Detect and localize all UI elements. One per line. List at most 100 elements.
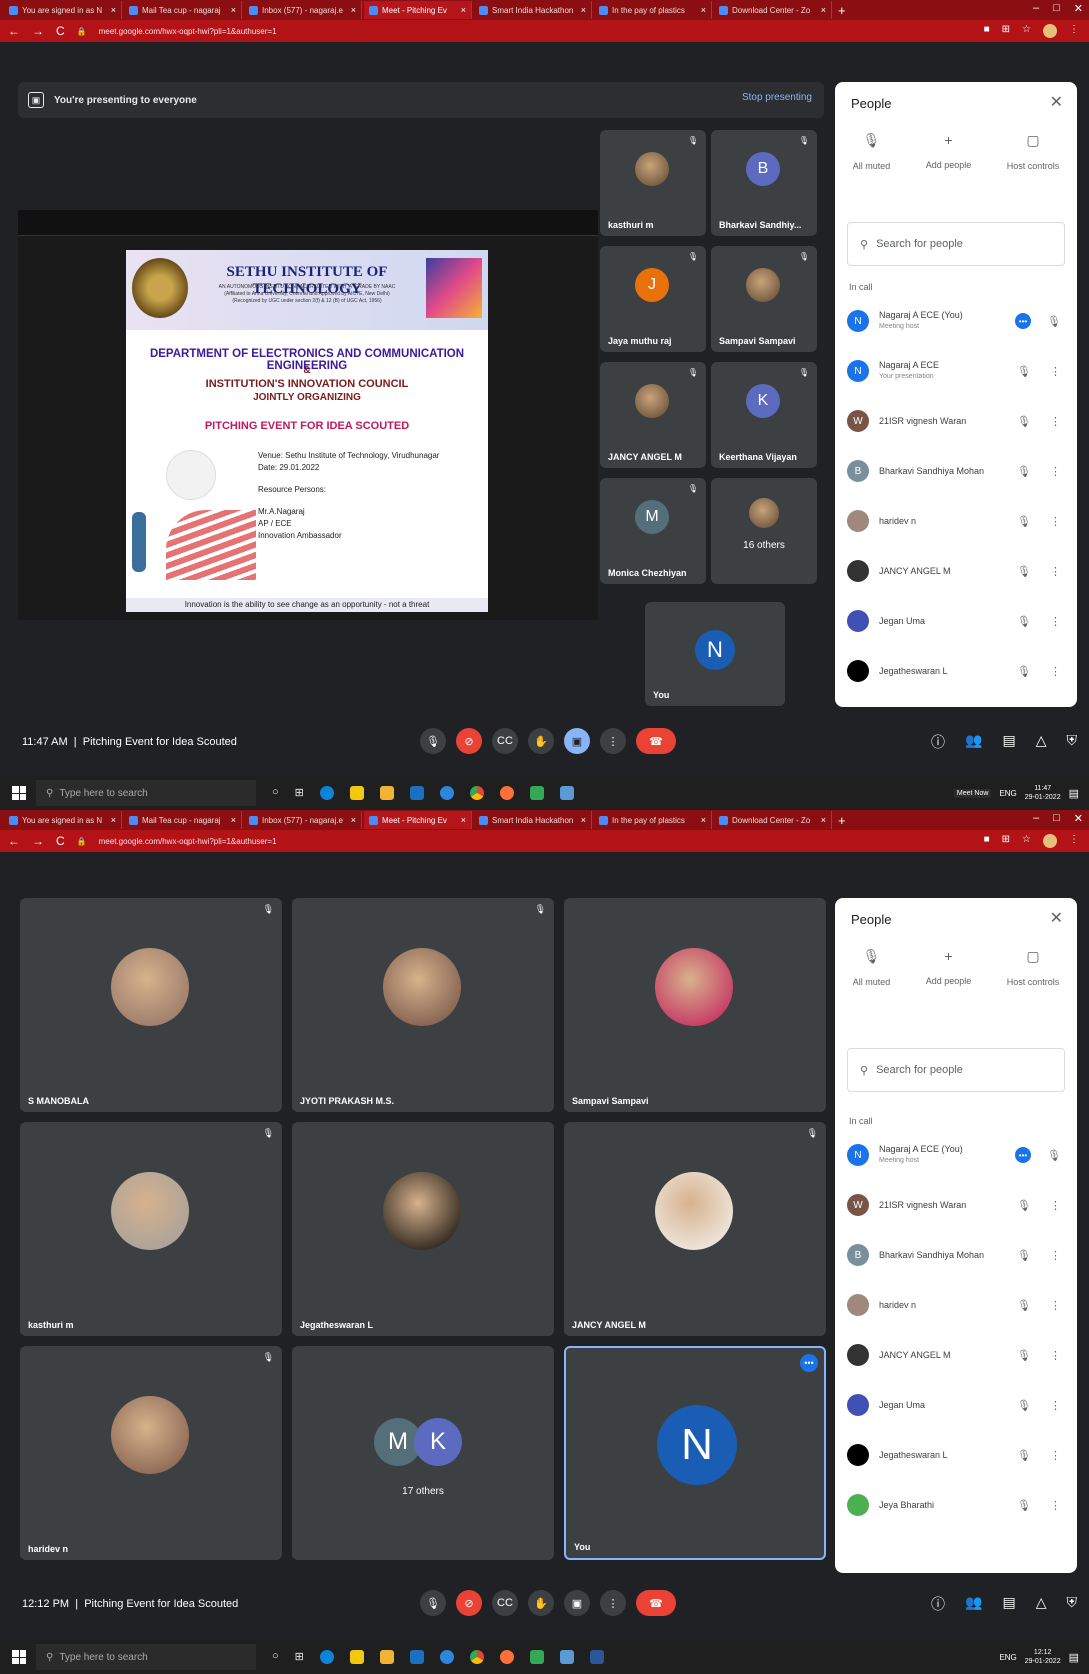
browser-tab[interactable]: Download Center - Zo × [714,811,832,829]
all-muted-button[interactable]: 🎙 All muted [853,948,891,987]
activities-icon[interactable]: △ [1036,732,1047,752]
more-options-icon[interactable]: ⋮ [1050,1449,1061,1462]
participant-tile[interactable]: 🎙 kasthuri m [20,1122,282,1336]
browser-tab[interactable]: Download Center - Zo × [714,1,832,19]
captions-button[interactable]: CC [492,1590,518,1616]
mic-button[interactable]: 🎙 [420,728,446,754]
close-tab-icon[interactable]: × [821,5,826,15]
more-options-button[interactable]: ⋮ [600,1590,626,1616]
others-tile[interactable]: M K 17 others [292,1346,554,1560]
camera-off-button[interactable]: ⊘ [456,1590,482,1616]
store-icon[interactable] [349,1650,364,1664]
mic-off-icon[interactable]: 🎙 [1017,415,1031,428]
more-options-icon[interactable]: ⋮ [1050,1499,1061,1512]
mic-icon[interactable]: 🎙 [1047,315,1061,328]
browser-tab[interactable]: Inbox (577) - nagaraj.e × [244,811,362,829]
people-search-input[interactable]: ⚲ Search for people [847,1048,1065,1092]
present-button[interactable]: ▣ [564,1590,590,1616]
mic-off-icon[interactable]: 🎙 [1017,615,1031,628]
new-tab-icon[interactable]: + [838,3,846,18]
mic-off-icon[interactable]: 🎙 [1017,1449,1031,1462]
address-bar[interactable]: ← → C 🔒 meet.google.com/hwx-oqpt-hwi?pli… [0,20,1089,42]
captions-button[interactable]: CC [492,728,518,754]
browser-icon[interactable] [439,786,454,800]
word-icon[interactable] [589,1650,604,1664]
browser-tab[interactable]: You are signed in as N × [4,1,122,19]
reload-icon[interactable]: C [56,24,65,38]
new-tab-icon[interactable]: + [838,813,846,828]
taskbar-search[interactable]: ⚲ Type here to search [36,780,256,806]
stop-presenting-button[interactable]: Stop presenting [742,92,812,103]
more-options-icon[interactable]: ⋮ [1050,415,1061,428]
mic-off-icon[interactable]: 🎙 [1017,1499,1031,1512]
browser-tab[interactable]: In the pay of plastics × [594,811,712,829]
participant-tile[interactable]: 16 others [711,478,817,584]
close-window-icon[interactable]: ✕ [1074,2,1083,15]
address-bar[interactable]: ← → C 🔒 meet.google.com/hwx-oqpt-hwi?pli… [0,830,1089,852]
participant-tile[interactable]: 🎙 J Jaya muthu raj [600,246,706,352]
close-tab-icon[interactable]: × [461,815,466,825]
task-view-icon[interactable]: ○ [272,786,279,800]
reload-icon[interactable]: C [56,834,65,848]
minimize-icon[interactable]: – [1033,812,1039,825]
more-options-icon[interactable]: ••• [1015,313,1031,329]
maximize-icon[interactable]: □ [1053,812,1060,825]
firefox-icon[interactable] [499,786,514,800]
more-options-icon[interactable]: ⋮ [1050,615,1061,628]
people-icon[interactable]: 👥 [965,732,982,752]
mic-off-icon[interactable]: 🎙 [1017,1199,1031,1212]
more-options-icon[interactable]: ⋮ [1050,1399,1061,1412]
edge-icon[interactable] [319,1650,334,1664]
photos-icon[interactable] [559,1650,574,1664]
participant-row[interactable]: haridev n 🎙 ⋮ [835,1280,1077,1330]
forward-icon[interactable]: → [32,834,44,848]
self-tile[interactable]: N You [645,602,785,706]
participant-row[interactable]: Jeya Bharathi 🎙 ⋮ [835,1480,1077,1530]
activities-icon[interactable]: △ [1036,1594,1047,1614]
language-indicator[interactable]: ENG [999,789,1016,798]
close-tab-icon[interactable]: × [581,815,586,825]
windows-start-icon[interactable] [12,786,26,800]
camera-icon[interactable]: ■ [984,834,990,848]
language-indicator[interactable]: ENG [999,1653,1016,1662]
mic-off-icon[interactable]: 🎙 [1017,1249,1031,1262]
close-tab-icon[interactable]: × [351,5,356,15]
taskbar-search[interactable]: ⚲ Type here to search [36,1644,256,1670]
chat-icon[interactable]: ▤ [1002,1594,1015,1614]
profile-avatar[interactable] [1043,24,1057,38]
menu-icon[interactable]: ⋮ [1069,834,1079,848]
back-icon[interactable]: ← [8,24,20,38]
star-icon[interactable]: ☆ [1022,834,1031,848]
more-options-icon[interactable]: ⋮ [1050,565,1061,578]
raise-hand-button[interactable]: ✋ [528,1590,554,1616]
participant-row[interactable]: W 21ISR vignesh Waran 🎙 ⋮ [835,396,1077,446]
menu-icon[interactable]: ⋮ [1069,24,1079,38]
present-button[interactable]: ▣ [564,728,590,754]
more-options-icon[interactable]: ••• [800,1354,818,1372]
widgets-icon[interactable]: ⊞ [295,786,304,800]
more-options-button[interactable]: ⋮ [600,728,626,754]
participant-row[interactable]: JANCY ANGEL M 🎙 ⋮ [835,546,1077,596]
more-options-icon[interactable]: ⋮ [1050,1249,1061,1262]
info-icon[interactable]: ⓘ [931,1594,945,1614]
add-people-button[interactable]: + Add people [926,132,972,171]
mic-off-icon[interactable]: 🎙 [1017,665,1031,678]
meet-app-icon[interactable] [529,786,544,800]
chat-icon[interactable]: ▤ [1002,732,1015,752]
people-icon[interactable]: 👥 [965,1594,982,1614]
close-tab-icon[interactable]: × [581,5,586,15]
close-tab-icon[interactable]: × [701,5,706,15]
mic-off-icon[interactable]: 🎙 [1017,1399,1031,1412]
widgets-icon[interactable]: ⊞ [295,1650,304,1664]
browser-tab[interactable]: Mail Tea cup - nagaraj × [124,1,242,19]
end-call-button[interactable]: ☎ [636,728,676,754]
people-search-input[interactable]: ⚲ Search for people [847,222,1065,266]
firefox-icon[interactable] [499,1650,514,1664]
file-explorer-icon[interactable] [379,786,394,800]
participant-tile[interactable]: 🎙 S MANOBALA [20,898,282,1112]
participant-row[interactable]: N Nagaraj A ECE (You) Meeting host ••• 🎙 [835,1130,1077,1180]
participant-row[interactable]: JANCY ANGEL M 🎙 ⋮ [835,1330,1077,1380]
participant-tile[interactable]: 🎙 kasthuri m [600,130,706,236]
notification-icon[interactable]: ▤ [1069,787,1079,800]
participant-row[interactable]: B Bharkavi Sandhiya Mohan 🎙 ⋮ [835,1230,1077,1280]
